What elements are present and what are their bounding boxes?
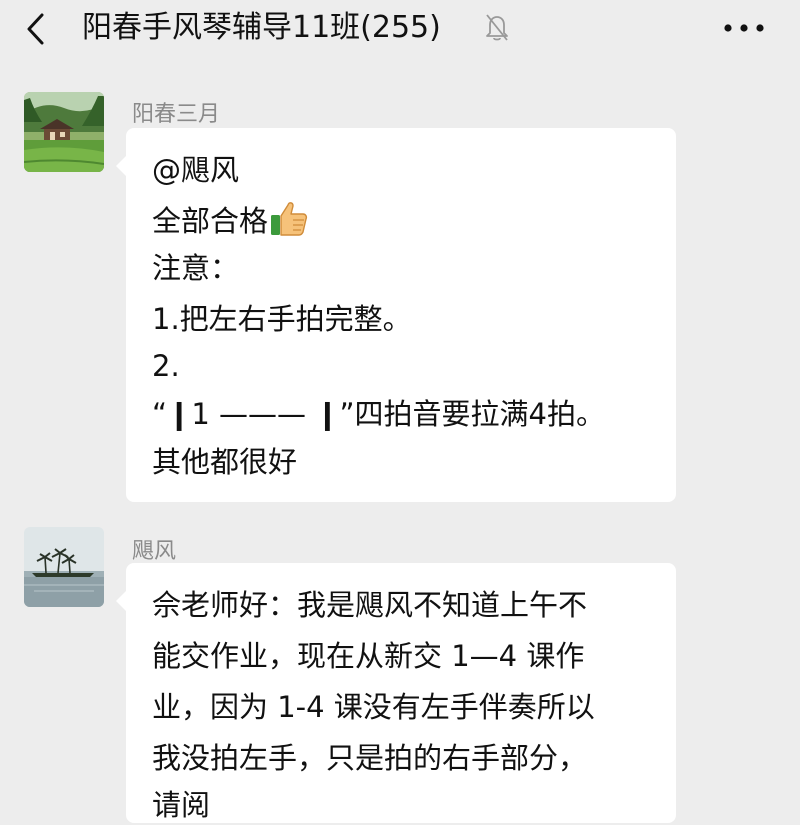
message-line: 我没拍左手，只是拍的右手部分，: [152, 741, 588, 775]
bubble-tail: [116, 591, 126, 611]
message-line: 能交作业，现在从新交 1—4 课作: [152, 639, 585, 673]
message-line: 全部合格: [152, 199, 308, 239]
message-bubble[interactable]: 佘老师好：我是飓风不知道上午不 能交作业，现在从新交 1—4 课作 业，因为 1…: [116, 563, 676, 823]
avatar-lake-palms-image: [24, 527, 104, 607]
message-line: 佘老师好：我是飓风不知道上午不: [152, 588, 588, 622]
bell-muted-icon: [486, 14, 508, 41]
chat-title: 阳春手风琴辅导11班(255): [82, 10, 441, 45]
chevron-left-icon[interactable]: [22, 12, 52, 46]
bubble-tail: [116, 156, 126, 176]
message-line: @飓风: [152, 153, 240, 187]
message-line: 业，因为 1-4 课没有左手伴奏所以: [152, 690, 595, 724]
avatar-house-landscape-image: [24, 92, 104, 172]
sender-name: 飓风: [132, 539, 177, 564]
message-bubble[interactable]: @飓风 全部合格 注意： 1.把左右手拍完整。 2. “❙1 ——— ❙”四拍音…: [116, 128, 676, 502]
message-line: 2.: [152, 349, 180, 383]
thumbs-up-emoji: [271, 202, 308, 236]
more-dots-icon[interactable]: [722, 18, 766, 38]
message-line: 1.把左右手拍完整。: [152, 302, 412, 336]
message-line-text: 全部合格: [152, 204, 269, 238]
message-line: “❙1 ——— ❙”四拍音要拉满4拍。: [152, 397, 605, 431]
avatar[interactable]: [24, 527, 104, 607]
sender-name: 阳春三月: [132, 102, 221, 127]
message-line: 其他都很好: [152, 445, 298, 479]
chat-header: 阳春手风琴辅导11班(255): [0, 0, 800, 62]
avatar[interactable]: [24, 92, 104, 172]
message-line: 请阅: [152, 788, 211, 822]
message-line: 注意：: [152, 251, 240, 285]
